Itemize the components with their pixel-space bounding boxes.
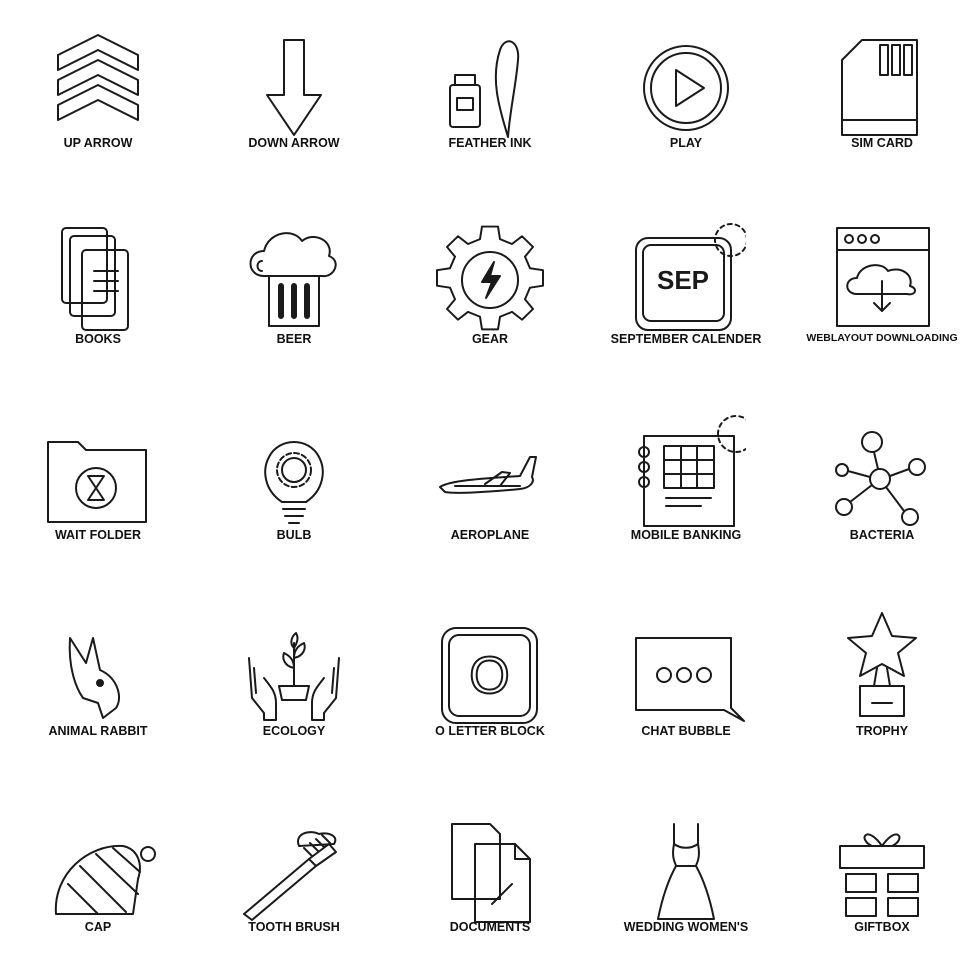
bacteria-icon (835, 431, 926, 526)
icon-label: CAP (84, 920, 112, 934)
ecology-icon (248, 632, 340, 721)
down-arrow-icon (266, 39, 322, 136)
cap-icon (54, 844, 156, 915)
icon-cell-wait-folder: WAIT FOLDER (0, 392, 196, 588)
icon-label: PLAY (669, 136, 703, 150)
giftbox-icon (839, 833, 925, 917)
gear-icon (436, 225, 544, 331)
icon-cell-tooth-brush: TOOTH BRUSH (196, 784, 392, 980)
bulb-icon (264, 441, 324, 524)
icon-label: BACTERIA (849, 528, 915, 542)
icon-cell-wedding-dress: WEDDING WOMEN'S (588, 784, 784, 980)
icon-label: SIM CARD (851, 136, 913, 150)
icon-cell-sim-card: SIM CARD (784, 0, 980, 196)
beer-icon (249, 232, 337, 327)
icon-label: WEDDING WOMEN'S (623, 920, 749, 934)
icon-label: BEER (276, 332, 312, 346)
aeroplane-icon (439, 456, 537, 494)
icon-label: ECOLOGY (262, 724, 326, 738)
weblayout-downloading-icon (836, 227, 930, 327)
icon-cell-beer: BEER (196, 196, 392, 392)
wait-folder-icon (47, 441, 147, 523)
icon-cell-chat-bubble: CHAT BUBBLE (588, 588, 784, 784)
icon-cell-gear: GEAR (392, 196, 588, 392)
icon-label: MOBILE BANKING (630, 528, 742, 542)
icon-cell-september-calendar: SEP SEPTEMBER CALENDER (588, 196, 784, 392)
books-icon (61, 227, 129, 331)
trophy-icon (847, 612, 917, 717)
icon-cell-feather-ink: FEATHER INK (392, 0, 588, 196)
o-letter-block-icon: O (441, 627, 538, 724)
icon-set-grid: UP ARROW DOWN ARROW FEATHER INK PLAY SIM… (0, 0, 980, 980)
icon-cell-books: BOOKS (0, 196, 196, 392)
icon-cell-giftbox: GIFTBOX (784, 784, 980, 980)
icon-label: GIFTBOX (854, 920, 910, 934)
icon-cell-cap: CAP (0, 784, 196, 980)
icon-label: DOCUMENTS (449, 920, 531, 934)
icon-label: AEROPLANE (450, 528, 530, 542)
icon-cell-rabbit: ANIMAL RABBIT (0, 588, 196, 784)
icon-cell-ecology: ECOLOGY (196, 588, 392, 784)
icon-cell-play: PLAY (588, 0, 784, 196)
wedding-dress-icon (657, 823, 715, 920)
play-icon (643, 45, 729, 131)
documents-icon (451, 823, 531, 923)
icon-cell-o-letter-block: O O LETTER BLOCK (392, 588, 588, 784)
icon-cell-weblayout-downloading: WEBLAYOUT DOWNLOADING (784, 196, 980, 392)
icon-cell-up-arrow: UP ARROW (0, 0, 196, 196)
block-letter-text: O (469, 647, 509, 705)
icon-label: GEAR (471, 332, 509, 346)
icon-cell-aeroplane: AEROPLANE (392, 392, 588, 588)
icon-cell-mobile-banking: MOBILE BANKING (588, 392, 784, 588)
calendar-month-text: SEP (657, 265, 709, 295)
icon-label: UP ARROW (63, 136, 133, 150)
icon-label: TOOTH BRUSH (248, 920, 340, 934)
september-calendar-icon: SEP (635, 223, 746, 331)
rabbit-icon (68, 637, 120, 719)
icon-cell-documents: DOCUMENTS (392, 784, 588, 980)
tooth-brush-icon (243, 831, 337, 921)
icon-cell-bulb: BULB (196, 392, 392, 588)
up-arrow-icon (57, 34, 139, 121)
icon-label: WAIT FOLDER (54, 528, 142, 542)
icon-label: TROPHY (855, 724, 909, 738)
icon-cell-trophy: TROPHY (784, 588, 980, 784)
icon-label: BULB (276, 528, 312, 542)
icon-label: O LETTER BLOCK (435, 724, 545, 738)
icon-label: FEATHER INK (448, 136, 532, 150)
icon-cell-bacteria: BACTERIA (784, 392, 980, 588)
icon-cell-down-arrow: DOWN ARROW (196, 0, 392, 196)
sim-card-icon (841, 39, 918, 136)
icon-label: CHAT BUBBLE (641, 724, 731, 738)
icon-label: SEPTEMBER CALENDER (610, 332, 762, 346)
icon-label: DOWN ARROW (248, 136, 340, 150)
chat-bubble-icon (635, 637, 745, 722)
icon-label: BOOKS (75, 332, 121, 346)
feather-ink-icon (449, 40, 520, 138)
icon-label: WEBLAYOUT DOWNLOADING (806, 332, 958, 344)
mobile-banking-icon (638, 415, 746, 527)
icon-label: ANIMAL RABBIT (48, 724, 148, 738)
